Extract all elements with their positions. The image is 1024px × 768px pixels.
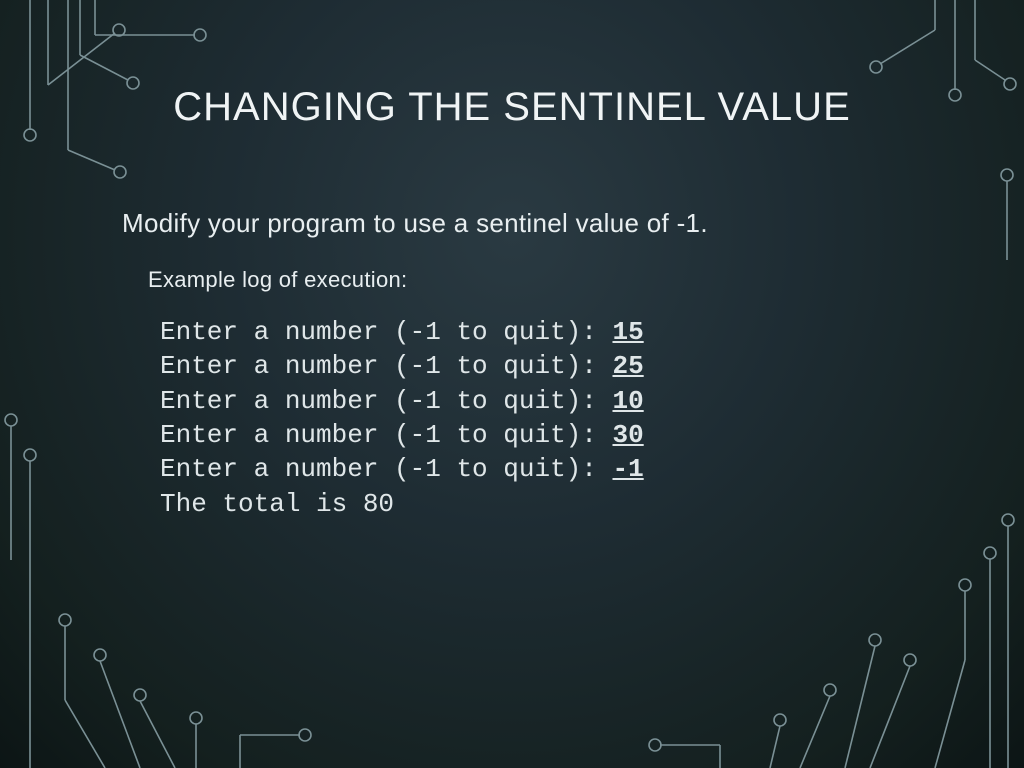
log-result: The total is 80 <box>160 487 924 521</box>
log-line: Enter a number (-1 to quit): -1 <box>160 452 924 486</box>
log-line: Enter a number (-1 to quit): 10 <box>160 384 924 418</box>
execution-log: Enter a number (-1 to quit): 15Enter a n… <box>160 315 924 521</box>
log-user-input: 25 <box>612 351 643 381</box>
log-prompt: Enter a number (-1 to quit): <box>160 351 612 381</box>
log-user-input: 15 <box>612 317 643 347</box>
example-label: Example log of execution: <box>148 267 924 293</box>
log-user-input: 10 <box>612 386 643 416</box>
log-prompt: Enter a number (-1 to quit): <box>160 317 612 347</box>
log-prompt: Enter a number (-1 to quit): <box>160 386 612 416</box>
log-line: Enter a number (-1 to quit): 30 <box>160 418 924 452</box>
instruction-text: Modify your program to use a sentinel va… <box>122 208 924 239</box>
log-prompt: Enter a number (-1 to quit): <box>160 454 612 484</box>
log-line: Enter a number (-1 to quit): 25 <box>160 349 924 383</box>
slide: CHANGING THE SENTINEL VALUE Modify your … <box>0 0 1024 768</box>
log-user-input: -1 <box>612 454 643 484</box>
log-prompt: Enter a number (-1 to quit): <box>160 420 612 450</box>
log-line: Enter a number (-1 to quit): 15 <box>160 315 924 349</box>
log-user-input: 30 <box>612 420 643 450</box>
slide-title: CHANGING THE SENTINEL VALUE <box>100 85 924 130</box>
